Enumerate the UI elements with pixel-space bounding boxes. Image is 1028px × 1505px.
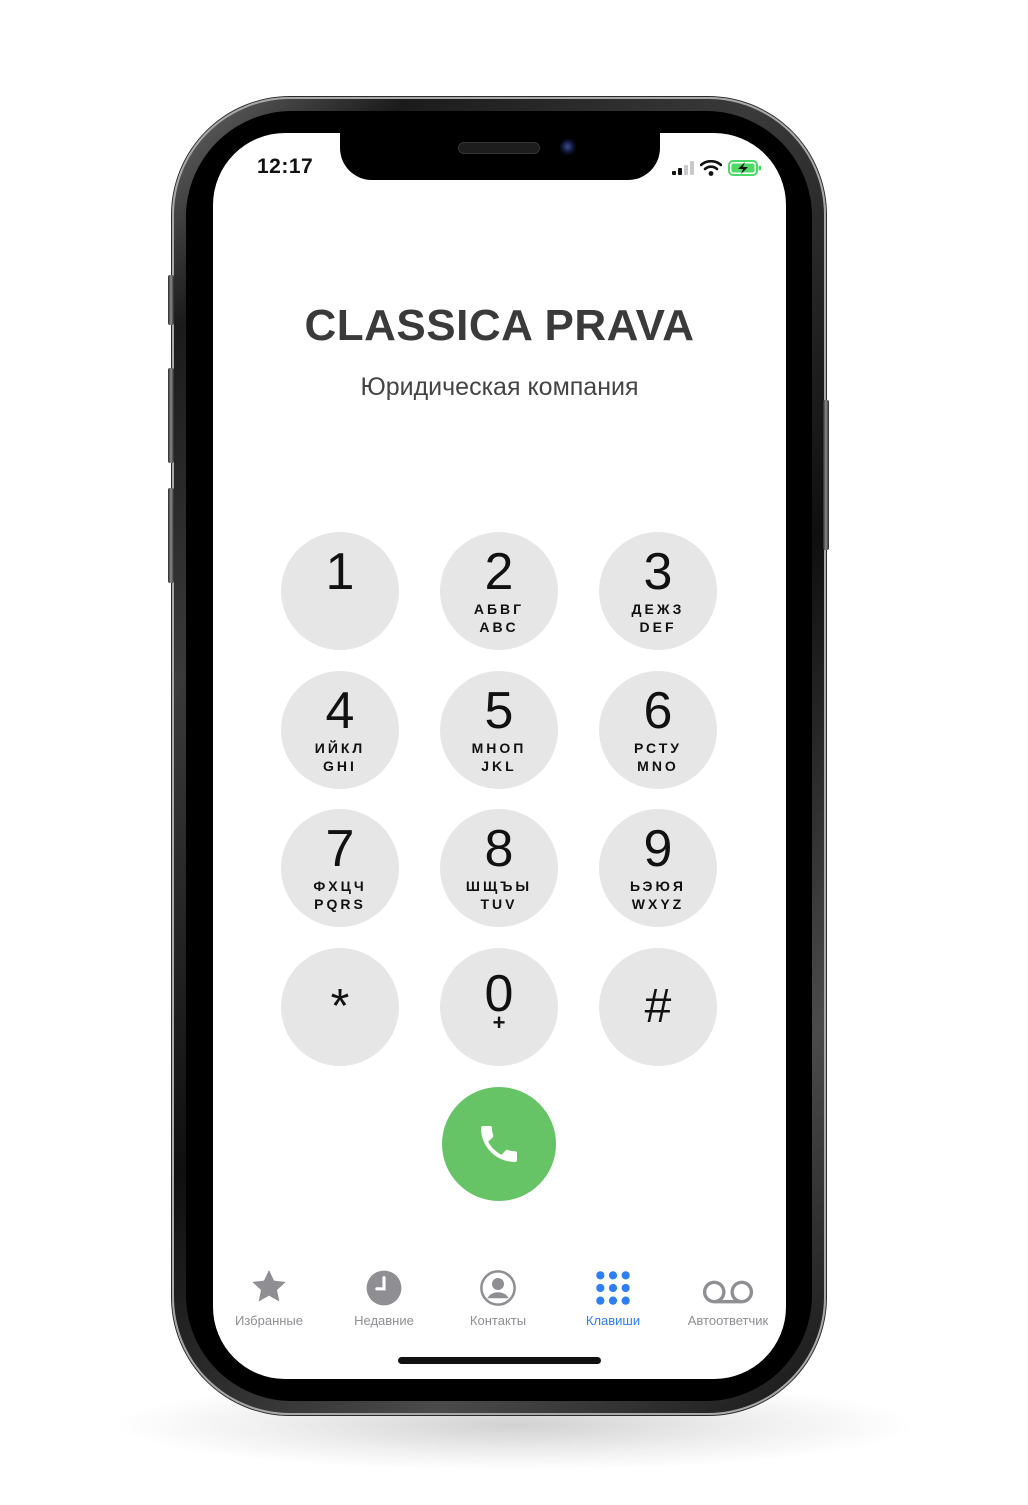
key-digit: 1 xyxy=(325,543,355,601)
home-indicator[interactable] xyxy=(398,1357,601,1364)
contact-icon xyxy=(480,1270,516,1306)
keypad-icon xyxy=(596,1271,630,1305)
earpiece-speaker xyxy=(458,142,540,154)
status-time: 12:17 xyxy=(257,155,314,178)
key-digit: 5 xyxy=(484,682,514,740)
key-star[interactable]: * xyxy=(281,948,399,1066)
key-9[interactable]: 9 ЬЭЮЯ WXYZ xyxy=(599,809,717,927)
key-6[interactable]: 6 РСТУ MNO xyxy=(599,671,717,789)
tab-bar: Избранные Недавние Контакты Клавиши Авто… xyxy=(213,1263,786,1333)
mute-switch xyxy=(168,275,174,325)
tab-label: Избранные xyxy=(235,1313,303,1328)
tab-favorites[interactable]: Избранные xyxy=(214,1263,324,1328)
key-letters-cyrillic: ЬЭЮЯ xyxy=(630,878,686,894)
key-letters-cyrillic: ИЙКЛ xyxy=(314,740,366,756)
key-digit: * xyxy=(330,980,350,1033)
key-digit: 3 xyxy=(643,543,673,601)
key-4[interactable]: 4 ИЙКЛ GHI xyxy=(281,671,399,789)
call-button[interactable] xyxy=(442,1087,556,1201)
key-letters-cyrillic: РСТУ xyxy=(633,740,682,756)
key-letters-latin: PQRS xyxy=(314,896,366,912)
page-title: CLASSICA PRAVA xyxy=(304,301,695,350)
star-icon xyxy=(252,1270,286,1302)
key-digit: 6 xyxy=(643,682,673,740)
tab-voicemail[interactable]: Автоответчик xyxy=(673,1263,783,1328)
key-letters-cyrillic: МНОП xyxy=(471,740,527,756)
key-0[interactable]: 0 + xyxy=(440,948,558,1066)
power-button xyxy=(823,400,829,550)
key-letters-latin: DEF xyxy=(639,619,677,635)
battery-charging-icon xyxy=(728,160,761,176)
page-subtitle: Юридическая компания xyxy=(360,373,639,401)
phone-screen: 12:17 CLASSICA PRAVA Юридическая компани… xyxy=(213,133,786,1379)
notch xyxy=(340,133,660,180)
key-letters-cyrillic: ШЩЪЫ xyxy=(465,878,533,894)
key-2[interactable]: 2 АБВГ ABC xyxy=(440,532,558,650)
key-8[interactable]: 8 ШЩЪЫ TUV xyxy=(440,809,558,927)
tab-recents[interactable]: Недавние xyxy=(329,1263,439,1328)
key-1[interactable]: 1 xyxy=(281,532,399,650)
volume-down-button xyxy=(168,488,174,583)
tab-contacts[interactable]: Контакты xyxy=(443,1263,553,1328)
tab-keypad[interactable]: Клавиши xyxy=(558,1263,668,1328)
key-letters-latin: WXYZ xyxy=(631,896,685,912)
key-7[interactable]: 7 ФХЦЧ PQRS xyxy=(281,809,399,927)
key-digit: 4 xyxy=(325,682,355,740)
front-camera xyxy=(560,139,577,156)
status-icons xyxy=(672,159,762,177)
key-letters-latin: GHI xyxy=(323,758,357,774)
key-letters-cyrillic: ФХЦЧ xyxy=(313,878,367,894)
key-digit: 7 xyxy=(325,820,355,878)
key-digit: # xyxy=(644,980,672,1033)
tab-label: Недавние xyxy=(354,1313,414,1328)
key-letters-latin: TUV xyxy=(480,896,518,912)
key-digit: 8 xyxy=(484,820,514,878)
key-letters-latin: MNO xyxy=(637,758,679,774)
cellular-signal-icon xyxy=(672,161,694,175)
tab-label: Контакты xyxy=(469,1313,527,1328)
key-digit: 9 xyxy=(643,820,673,878)
tab-label: Автоответчик xyxy=(687,1313,769,1328)
key-hash[interactable]: # xyxy=(599,948,717,1066)
voicemail-icon xyxy=(702,1280,754,1304)
key-digit: 2 xyxy=(484,543,514,601)
key-letters-cyrillic: АБВГ xyxy=(473,601,525,617)
wifi-icon xyxy=(700,160,722,176)
phone-handset-icon xyxy=(481,1126,517,1162)
key-letters-latin: JKL xyxy=(481,758,517,774)
clock-icon xyxy=(366,1270,402,1306)
key-letters-latin: ABC xyxy=(479,619,519,635)
tab-label: Клавиши xyxy=(585,1313,641,1328)
volume-up-button xyxy=(168,368,174,463)
key-plus-sign: + xyxy=(492,1010,506,1035)
key-3[interactable]: 3 ДЕЖЗ DEF xyxy=(599,532,717,650)
key-5[interactable]: 5 МНОП JKL xyxy=(440,671,558,789)
key-letters-cyrillic: ДЕЖЗ xyxy=(631,601,685,617)
